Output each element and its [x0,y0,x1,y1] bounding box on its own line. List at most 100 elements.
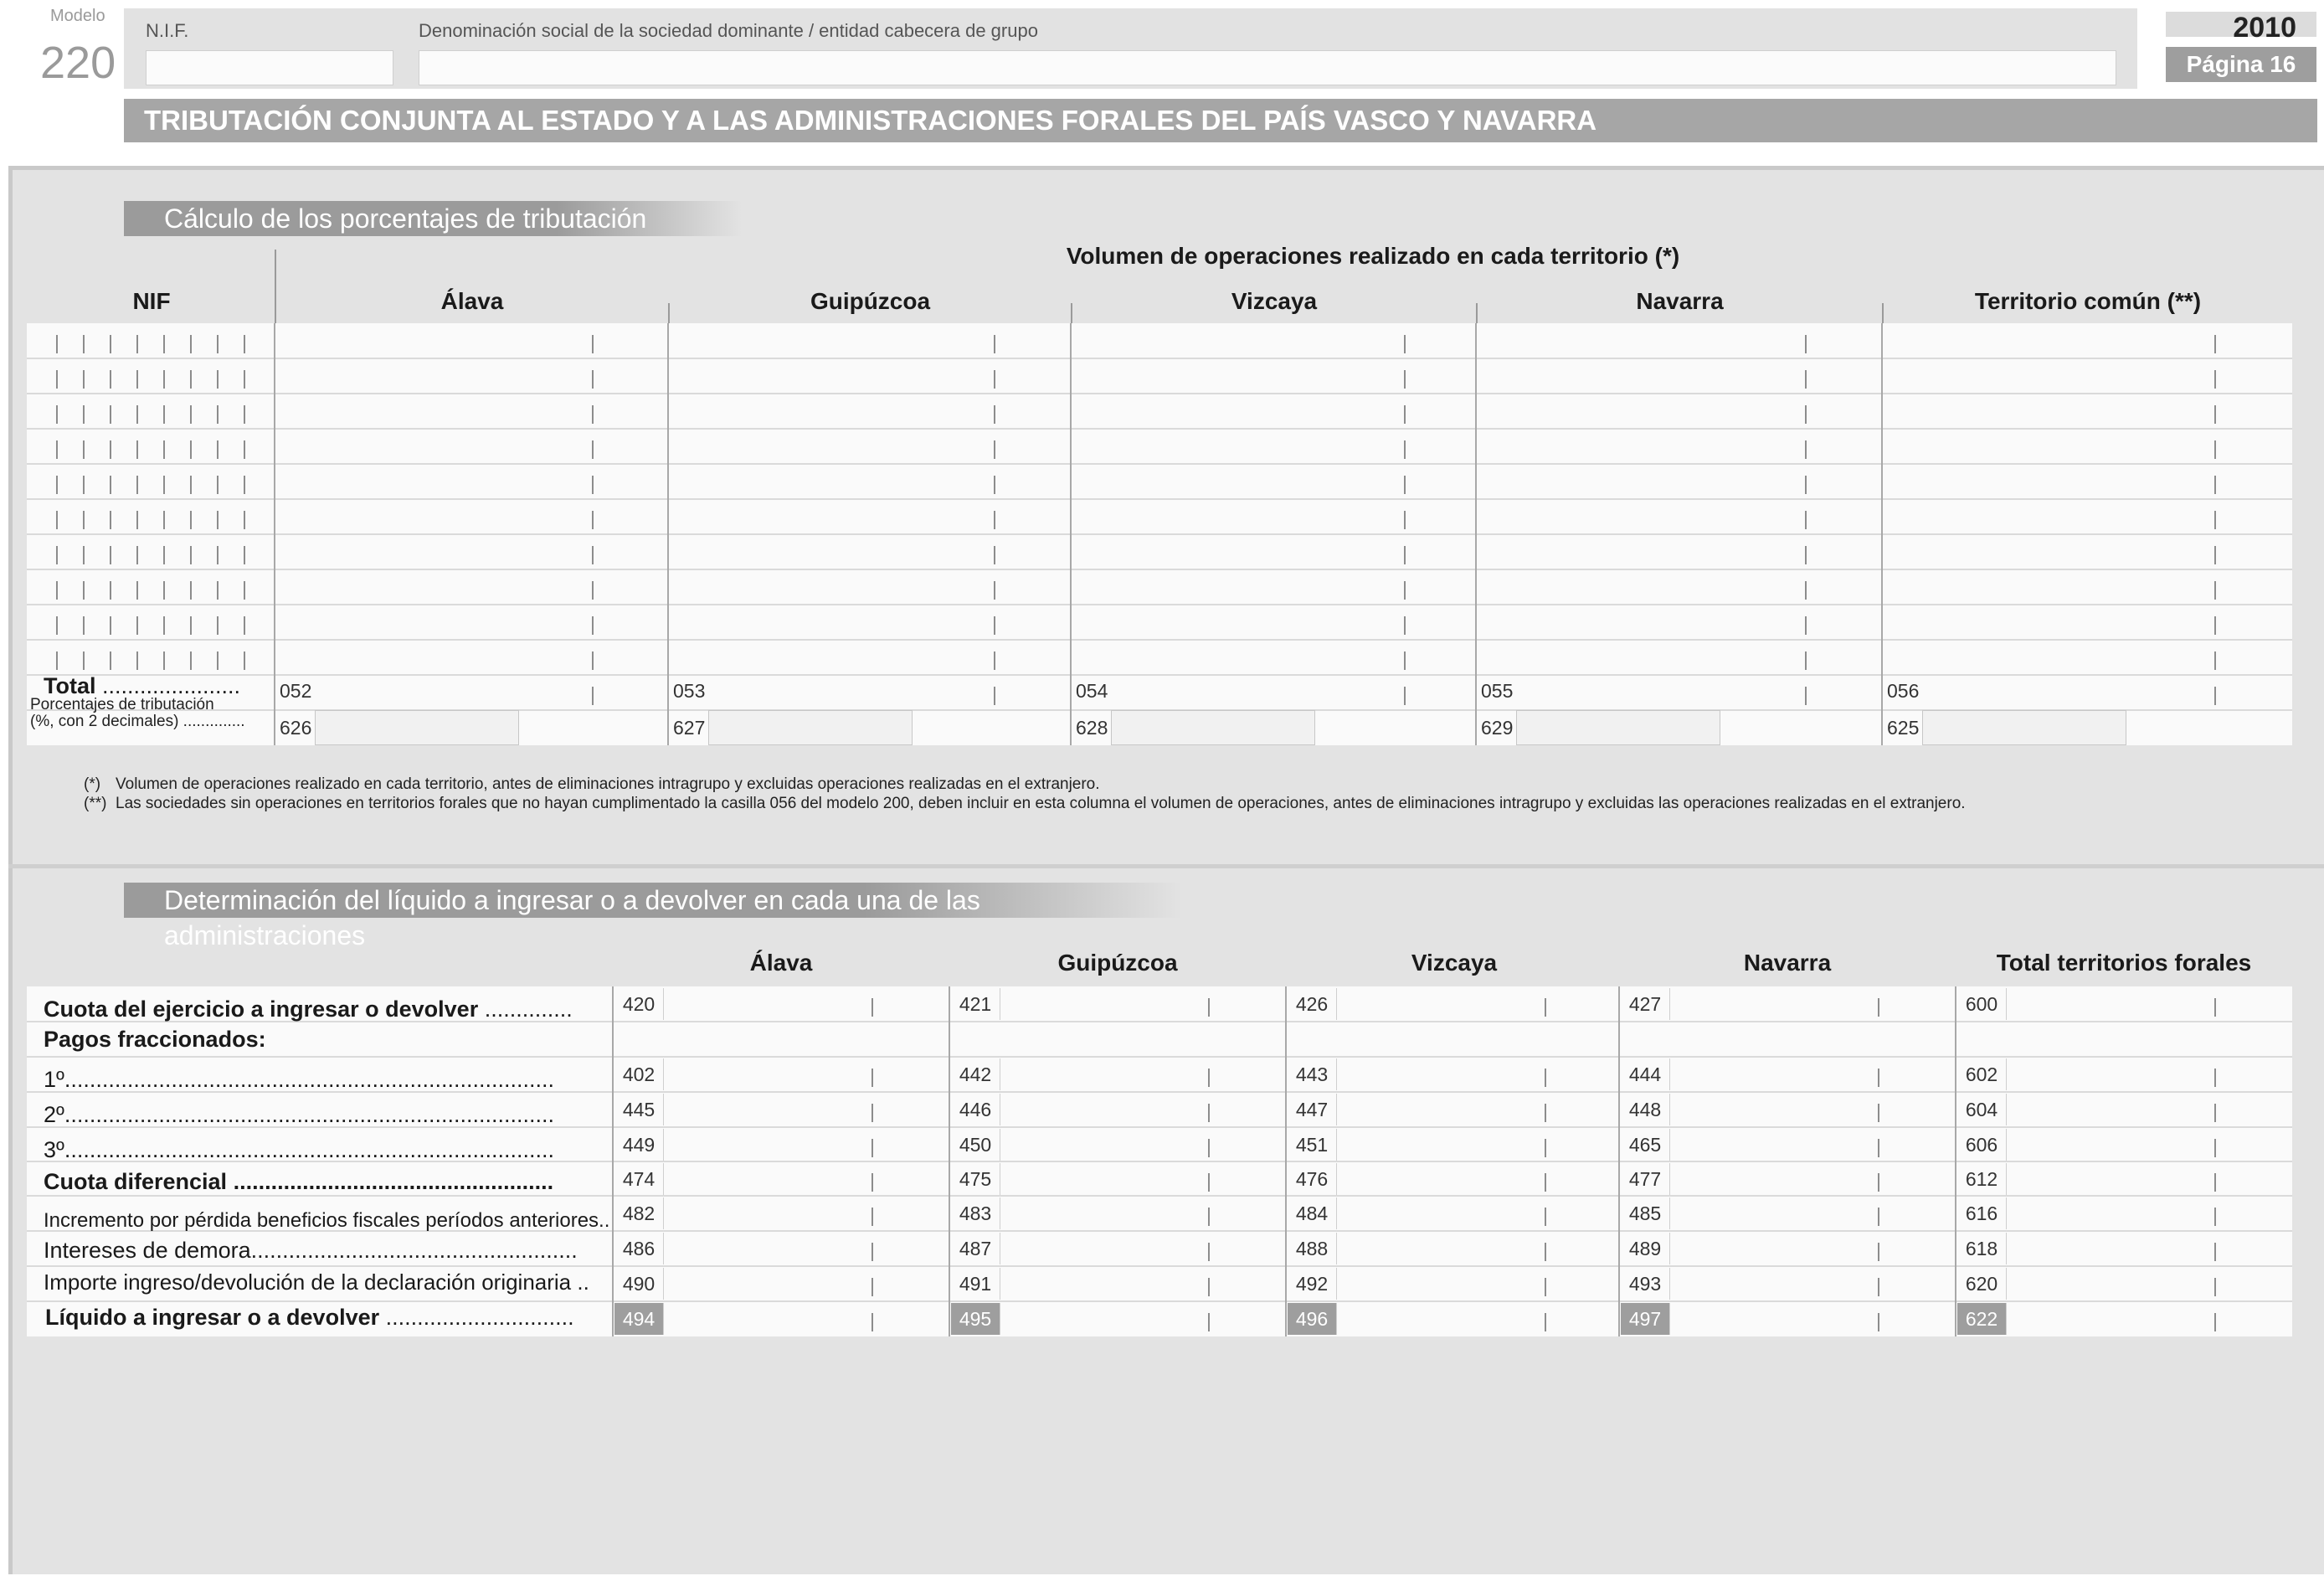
code-485[interactable]: 485 [1621,1197,1670,1229]
code-450[interactable]: 450 [951,1129,1000,1161]
col-territorio-comun: Territorio común (**) [1974,288,2202,314]
note-2: (**) Las sociedades sin operaciones en te… [84,795,1966,813]
code-618[interactable]: 618 [1957,1233,2007,1264]
code-442[interactable]: 442 [951,1058,1000,1090]
code-491[interactable]: 491 [951,1268,1000,1300]
code-483[interactable]: 483 [951,1197,1000,1229]
row-dots: .............. [484,996,573,1022]
code-402[interactable]: 402 [614,1058,664,1090]
pct-field-guipuzcoa[interactable] [708,710,913,745]
code-445[interactable]: 445 [614,1094,664,1125]
code-484[interactable]: 484 [1288,1197,1337,1229]
code-477[interactable]: 477 [1621,1163,1670,1195]
row-label: Cuota diferencial [44,1169,228,1194]
code-488[interactable]: 488 [1288,1233,1337,1264]
row-pago-2: 2º......................................… [44,1102,554,1128]
code-496[interactable]: 496 [1288,1303,1337,1335]
code-448[interactable]: 448 [1621,1094,1670,1125]
pct-label-line2: (%, con 2 decimales) .............. [30,713,245,730]
code-451[interactable]: 451 [1288,1129,1337,1161]
row-label: 1º [44,1067,64,1092]
total-dots: ...................... [102,673,241,698]
row-label: Intereses de demora [44,1238,251,1263]
total-text: Total [44,673,96,698]
code-427[interactable]: 427 [1621,988,1670,1020]
year-box: 2010 [2166,12,2316,44]
pct-field-alava[interactable] [315,710,519,745]
row-incremento: Incremento por pérdida beneficios fiscal… [44,1209,609,1233]
volume-header: Volumen de operaciones realizado en cada… [1066,243,1680,269]
pct-code-navarra: 629 [1481,717,1514,739]
s2-col-navarra: Navarra [1743,950,1832,976]
code-449[interactable]: 449 [614,1129,664,1161]
code-493[interactable]: 493 [1621,1268,1670,1300]
code-444[interactable]: 444 [1621,1058,1670,1090]
code-476[interactable]: 476 [1288,1163,1337,1195]
code-487[interactable]: 487 [951,1233,1000,1264]
code-612[interactable]: 612 [1957,1163,2007,1195]
code-494[interactable]: 494 [614,1303,664,1335]
code-443[interactable]: 443 [1288,1058,1337,1090]
note-1: (*) Volumen de operaciones realizado en c… [84,775,1100,794]
row-liquido: Líquido a ingresar o a devolver ........… [45,1305,574,1331]
code-602[interactable]: 602 [1957,1058,2007,1090]
table-grid [27,323,2292,745]
code-489[interactable]: 489 [1621,1233,1670,1264]
total-code-territorio-comun: 056 [1887,680,1920,702]
pct-code-vizcaya: 628 [1076,717,1108,739]
pct-field-navarra[interactable] [1516,710,1720,745]
code-622[interactable]: 622 [1957,1303,2007,1335]
code-475[interactable]: 475 [951,1163,1000,1195]
pct-code-alava: 626 [280,717,312,739]
code-486[interactable]: 486 [614,1233,664,1264]
col-vizcaya: Vizcaya [1231,288,1318,314]
total-code-alava: 052 [280,680,312,702]
header-band: N.I.F. Denominación social de la socieda… [124,8,2137,89]
row-pago-1: 1º......................................… [44,1067,554,1093]
page-title: TRIBUTACIÓN CONJUNTA AL ESTADO Y A LAS A… [124,99,2317,142]
denominacion-label: Denominación social de la sociedad domin… [419,20,1038,41]
code-421[interactable]: 421 [951,988,1000,1020]
section2-table: Cuota del ejercicio a ingresar o devolve… [27,986,2292,1336]
pct-field-vizcaya[interactable] [1111,710,1315,745]
code-474[interactable]: 474 [614,1163,664,1195]
row-pago-3: 3º......................................… [44,1137,554,1163]
row-intereses: Intereses de demora.....................… [44,1238,578,1264]
code-447[interactable]: 447 [1288,1094,1337,1125]
code-426[interactable]: 426 [1288,988,1337,1020]
pct-label: Porcentajes de tributación (%, con 2 dec… [30,697,245,730]
code-465[interactable]: 465 [1621,1129,1670,1161]
section1-title: Cálculo de los porcentajes de tributació… [124,201,742,236]
note-1-mark: (*) [84,775,101,793]
row-dots: ........................................… [64,1067,555,1092]
code-492[interactable]: 492 [1288,1268,1337,1300]
pct-field-territorio-comun[interactable] [1922,710,2126,745]
section-divider [8,864,2324,868]
row-label: Cuota del ejercicio a ingresar o devolve… [44,996,479,1022]
row-cuota-diferencial: Cuota diferencial ......................… [44,1169,553,1195]
code-495[interactable]: 495 [951,1303,1000,1335]
code-604[interactable]: 604 [1957,1094,2007,1125]
code-616[interactable]: 616 [1957,1197,2007,1229]
nif-field[interactable] [146,50,393,85]
denominacion-field[interactable] [419,50,2116,85]
year: 2010 [2233,12,2296,44]
code-482[interactable]: 482 [614,1197,664,1229]
row-dots: ........................................… [64,1102,555,1127]
code-620[interactable]: 620 [1957,1268,2007,1300]
s2-col-vizcaya: Vizcaya [1411,950,1498,976]
pct-code-territorio-comun: 625 [1887,717,1920,739]
code-497[interactable]: 497 [1621,1303,1670,1335]
code-446[interactable]: 446 [951,1094,1000,1125]
pct-label-line1: Porcentajes de tributación [30,696,214,713]
total-code-navarra: 055 [1481,680,1514,702]
code-606[interactable]: 606 [1957,1129,2007,1161]
row-label: 2º [44,1102,64,1127]
col-alava: Álava [440,288,504,314]
modelo-number: 220 [40,38,116,88]
nif-label: N.I.F. [146,20,189,41]
code-490[interactable]: 490 [614,1268,664,1300]
code-600[interactable]: 600 [1957,988,2007,1020]
s2-col-guipuzcoa: Guipúzcoa [1057,950,1178,976]
code-420[interactable]: 420 [614,988,664,1020]
